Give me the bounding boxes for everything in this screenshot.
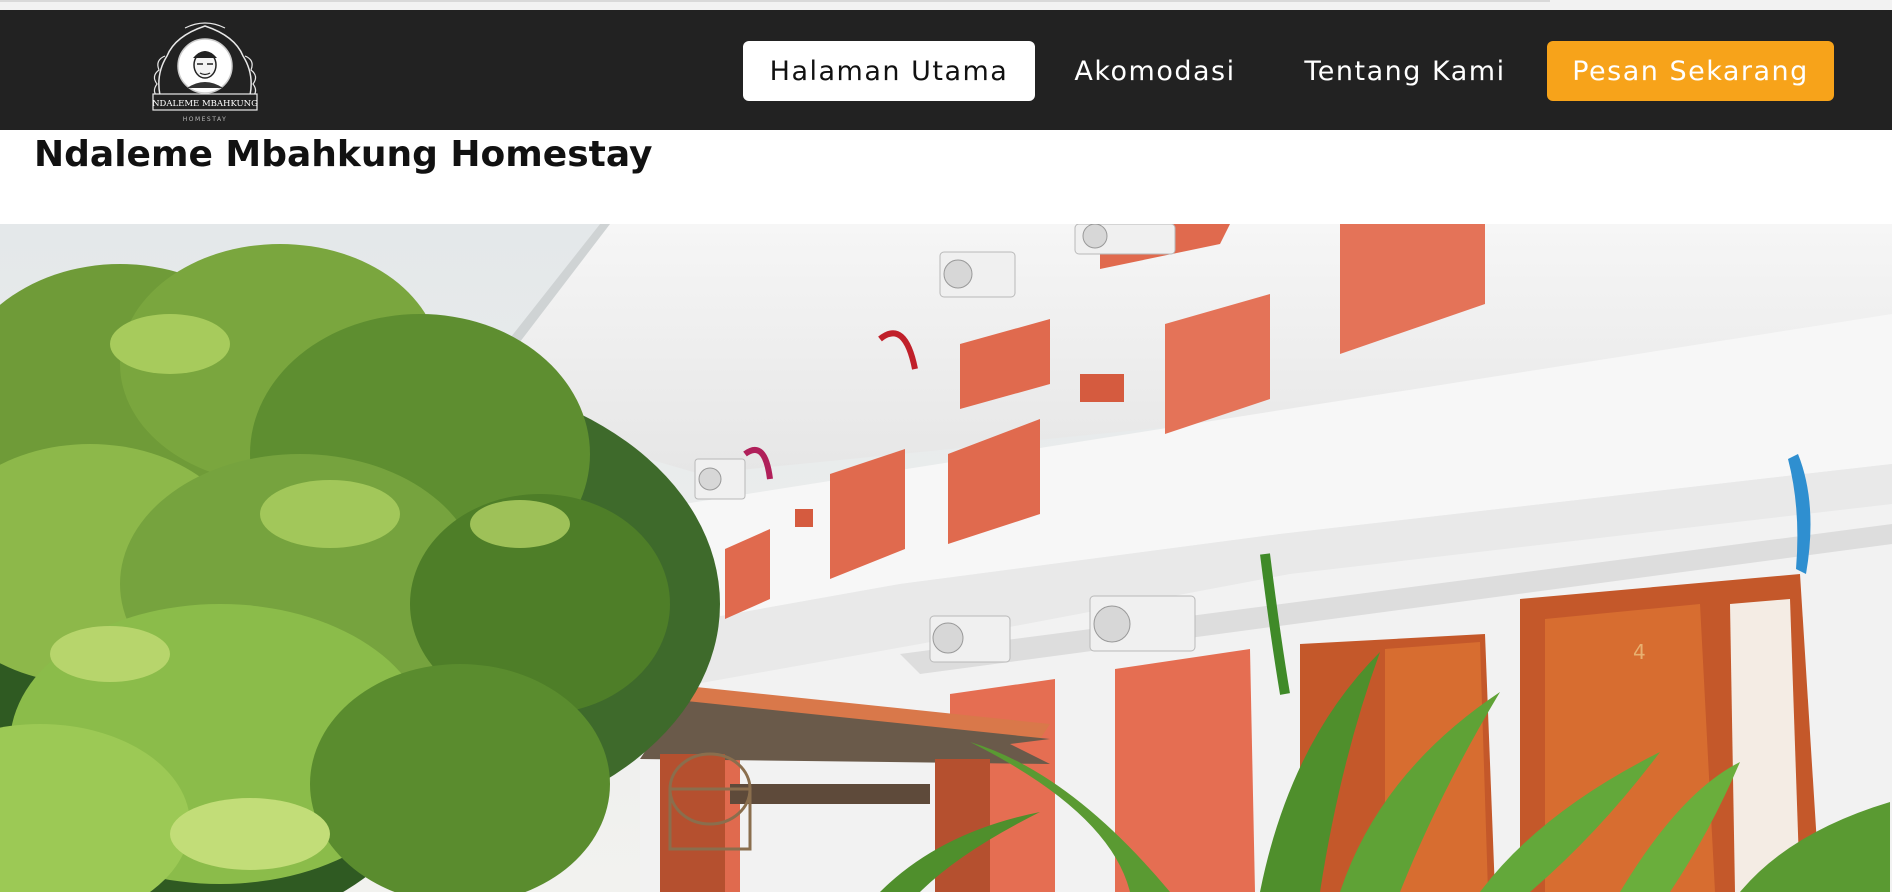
page-title: Ndaleme Mbahkung Homestay [34, 134, 653, 175]
logo-emblem-icon: NDALEME MBAHKUNG HOMESTAY [152, 22, 258, 123]
door-number: 4 [1633, 640, 1646, 664]
site-logo[interactable]: NDALEME MBAHKUNG HOMESTAY [145, 18, 265, 126]
nav-item-tentang-kami[interactable]: Tentang Kami [1280, 41, 1530, 101]
logo-subtext: HOMESTAY [183, 116, 228, 123]
homestay-building-photo: 4 [0, 224, 1892, 892]
navbar: NDALEME MBAHKUNG HOMESTAY Halaman Utama … [0, 10, 1892, 130]
pesan-sekarang-button[interactable]: Pesan Sekarang [1547, 41, 1834, 101]
hero-image: 4 [0, 224, 1892, 892]
title-section: Ndaleme Mbahkung Homestay [0, 130, 1892, 224]
logo-text: NDALEME MBAHKUNG [152, 99, 258, 109]
browser-top-strip [0, 0, 1892, 10]
nav-item-akomodasi[interactable]: Akomodasi [1060, 41, 1250, 101]
top-divider [0, 0, 1550, 2]
nav-item-halaman-utama[interactable]: Halaman Utama [743, 41, 1035, 101]
